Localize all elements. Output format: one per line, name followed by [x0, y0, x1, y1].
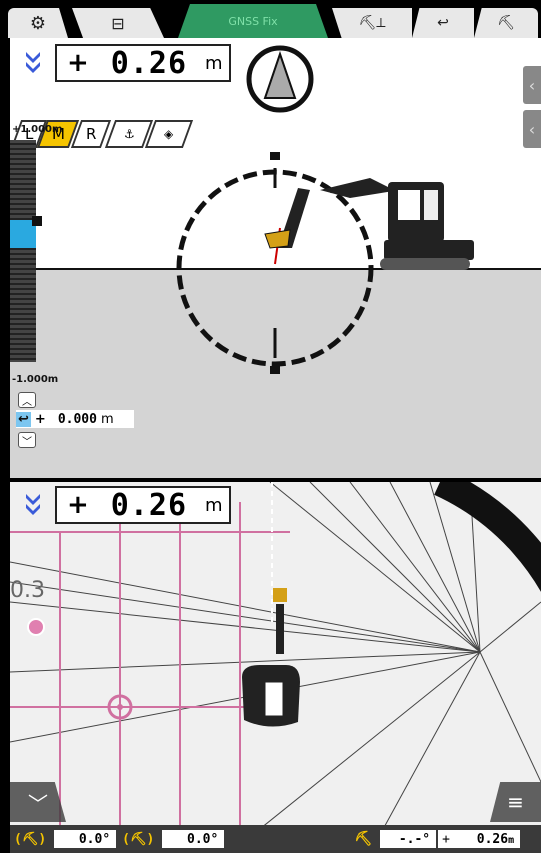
status-bar: (⛏) 0.0° (⛏) 0.0° ⛏ -.-° + 0.26m [10, 825, 541, 853]
split-view-icon: ⊟ [111, 13, 125, 33]
elevation-number: 0.26 [110, 45, 188, 81]
gnss-status: GNSS Fix [178, 4, 328, 38]
chevron-down-icon: ﹀ [28, 791, 48, 816]
bucket-height-unit: m [508, 834, 515, 846]
excavator-side-icon [320, 178, 474, 270]
plan-elevation-sign: + [67, 490, 89, 520]
elevation-sign: + [67, 48, 89, 78]
north-arrow-icon[interactable] [245, 44, 315, 114]
expand-panel-button-2[interactable]: ‹ [523, 110, 541, 148]
bucket-icon: ↩ [437, 15, 449, 31]
scale-top-label: +1.000m [12, 124, 63, 135]
offset-up-button[interactable]: ︿ [18, 392, 36, 408]
plan-elevation-number: 0.26 [110, 487, 188, 523]
elevation-unit: m [205, 52, 223, 74]
pitch-field: 0.0° [54, 830, 117, 848]
roll-icon: (⛏) [122, 831, 155, 847]
surface-icon: ◈ [164, 127, 174, 141]
scale-bottom-label: -1.000m [12, 374, 59, 385]
hamburger-menu-icon: ≡ [507, 790, 524, 814]
pitch-value: 0.0° [78, 831, 111, 847]
chevron-left-icon: ‹ [528, 75, 536, 95]
offset-down-button[interactable]: ﹀ [18, 432, 36, 448]
pitch-icon: (⛏) [14, 831, 47, 847]
bucket-angle-field: -.-° [380, 830, 437, 848]
expand-panel-button[interactable]: ‹ [523, 66, 541, 104]
elevation-scale [10, 140, 42, 362]
scale-marker [32, 216, 42, 226]
excavator-icon: ⛏ [497, 15, 515, 31]
bucket-angle-value: -.-° [398, 831, 431, 847]
plan-map [10, 482, 541, 853]
offset-number: 0.000 [57, 411, 97, 427]
roll-value: 0.0° [187, 831, 219, 847]
excavator-tab[interactable]: ⛏ [474, 8, 538, 38]
plan-view-pane: 0.3 + 0.26 m ﹀ ≡ [10, 482, 541, 853]
offset-icon: ↩ [16, 411, 31, 427]
chevron-down-icon: ﹀ [22, 436, 32, 448]
chevron-down-indicator-icon [26, 52, 40, 73]
plan-chevron-down-indicator-icon [26, 494, 40, 515]
elevation-value-box: + 0.26 m [55, 44, 231, 82]
mode-right-label: R [85, 125, 97, 143]
surface-mode-tab[interactable]: ◈ [144, 120, 194, 148]
bucket-status-icon: ⛏ [354, 831, 373, 847]
gear-icon: ⚙ [29, 12, 47, 34]
plan-elevation-unit: m [205, 494, 223, 516]
settings-tab[interactable]: ⚙ [8, 8, 68, 38]
bucket-height-sign: + [442, 831, 450, 847]
side-view-pane: + 0.26 m L M R ⚓ ◈ ‹ ‹ +1.000m -1.000m ︿… [10, 38, 541, 478]
offset-unit: m [100, 411, 114, 427]
bucket-height-field: + 0.26m [438, 830, 521, 848]
top-tab-bar: ⚙ ⊟ GNSS Fix ⛏⟂ ↩ ⛏ [0, 0, 541, 38]
layout-tab[interactable]: ⊟ [72, 8, 164, 38]
excavator-axes-icon: ⛏⟂ [358, 15, 386, 31]
benchmark-icon: ⚓ [123, 127, 135, 141]
bucket-tab[interactable]: ↩ [412, 8, 474, 38]
gnss-status-label: GNSS Fix [228, 14, 278, 28]
chevron-left-icon: ‹ [528, 119, 536, 139]
excavator-tilt-tab[interactable]: ⛏⟂ [332, 8, 412, 38]
offset-field[interactable]: ↩ + 0.000 m [16, 410, 134, 428]
plan-elevation-value-box: + 0.26 m [55, 486, 231, 524]
bucket-height-value: 0.26 [476, 831, 509, 847]
offset-sign: + [34, 411, 46, 427]
map-contour-label: 0.3 [10, 578, 45, 603]
chevron-up-icon: ︿ [22, 396, 32, 408]
roll-field: 0.0° [162, 830, 225, 848]
